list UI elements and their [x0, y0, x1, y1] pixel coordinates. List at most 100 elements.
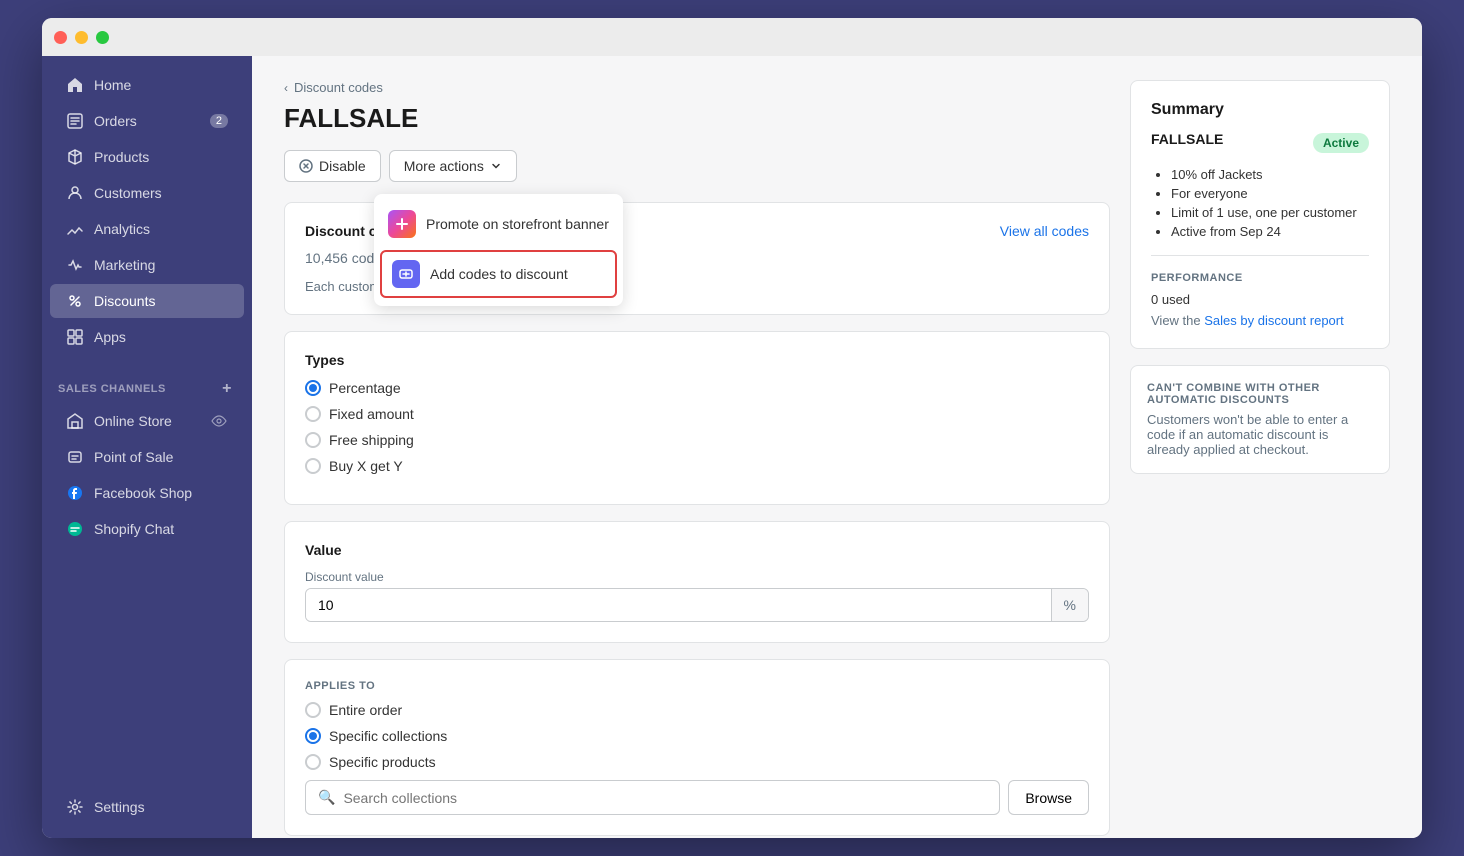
search-row: 🔍 Browse [305, 780, 1089, 815]
search-collections-input[interactable] [343, 790, 987, 806]
add-sales-channel-button[interactable]: + [218, 380, 236, 398]
breadcrumb[interactable]: ‹ Discount codes [284, 80, 1110, 95]
disable-button[interactable]: Disable [284, 150, 381, 182]
dropdown-item-add-codes[interactable]: Add codes to discount [380, 250, 617, 298]
breadcrumb-label: Discount codes [294, 80, 383, 95]
applies-specific-collections[interactable]: Specific collections [305, 728, 1089, 744]
content-right: Summary FALLSALE Active 10% off Jackets … [1130, 80, 1390, 814]
performance-title: PERFORMANCE [1151, 272, 1369, 284]
types-card: Types Percentage Fixed amount Free shipp… [284, 331, 1110, 505]
main-content: ‹ Discount codes FALLSALE Disable [252, 56, 1422, 838]
type-free-shipping-label: Free shipping [329, 432, 414, 448]
sidebar-item-products[interactable]: Products [50, 140, 244, 174]
status-badge: Active [1313, 133, 1369, 153]
applies-specific-products[interactable]: Specific products [305, 754, 1089, 770]
type-fixed-label: Fixed amount [329, 406, 414, 422]
sidebar-item-settings[interactable]: Settings [50, 790, 244, 824]
disable-label: Disable [319, 158, 366, 174]
radio-buy-x-get-y[interactable] [305, 458, 321, 474]
view-all-codes-link[interactable]: View all codes [1000, 223, 1089, 239]
close-button[interactable] [54, 31, 67, 44]
maximize-button[interactable] [96, 31, 109, 44]
disable-icon [299, 159, 313, 173]
discount-value-input-group: % [305, 588, 1089, 622]
summary-bullet-2: For everyone [1171, 186, 1369, 201]
sidebar-item-orders[interactable]: Orders 2 [50, 104, 244, 138]
sales-channels-header: SALES CHANNELS + [42, 364, 252, 404]
radio-fixed[interactable] [305, 406, 321, 422]
discount-value-input[interactable] [306, 589, 1051, 621]
back-chevron-icon: ‹ [284, 81, 288, 95]
app-body: Home Orders 2 [42, 56, 1422, 838]
applies-entire-order[interactable]: Entire order [305, 702, 1089, 718]
summary-title: Summary [1151, 101, 1369, 119]
sidebar-item-orders-label: Orders [94, 113, 200, 129]
orders-badge: 2 [210, 114, 228, 128]
value-card: Value Discount value % [284, 521, 1110, 643]
type-fixed[interactable]: Fixed amount [305, 406, 1089, 422]
radio-specific-products[interactable] [305, 754, 321, 770]
summary-card: Summary FALLSALE Active 10% off Jackets … [1130, 80, 1390, 349]
chevron-down-icon [490, 160, 502, 172]
pos-icon [66, 448, 84, 466]
sidebar-item-settings-label: Settings [94, 799, 228, 815]
sidebar-item-analytics[interactable]: Analytics [50, 212, 244, 246]
sidebar: Home Orders 2 [42, 56, 252, 838]
applies-specific-collections-label: Specific collections [329, 728, 447, 744]
type-free-shipping[interactable]: Free shipping [305, 432, 1089, 448]
minimize-button[interactable] [75, 31, 88, 44]
radio-percentage[interactable] [305, 380, 321, 396]
settings-icon [66, 798, 84, 816]
more-actions-label: More actions [404, 158, 484, 174]
sidebar-item-discounts-label: Discounts [94, 293, 228, 309]
report-link[interactable]: Sales by discount report [1204, 313, 1343, 328]
summary-bullet-1: 10% off Jackets [1171, 167, 1369, 182]
action-bar: Disable More actions [284, 150, 1110, 182]
combine-section: CAN'T COMBINE WITH OTHER AUTOMATIC DISCO… [1130, 365, 1390, 474]
sidebar-item-shopify-chat[interactable]: Shopify Chat [50, 512, 244, 546]
summary-bullet-4: Active from Sep 24 [1171, 224, 1369, 239]
content-area: ‹ Discount codes FALLSALE Disable [252, 56, 1422, 838]
type-percentage[interactable]: Percentage [305, 380, 1089, 396]
radio-entire-order[interactable] [305, 702, 321, 718]
value-title: Value [305, 542, 1089, 558]
performance-stat: 0 used [1151, 292, 1369, 307]
sidebar-item-apps[interactable]: Apps [50, 320, 244, 354]
radio-specific-collections[interactable] [305, 728, 321, 744]
summary-list: 10% off Jackets For everyone Limit of 1 … [1151, 167, 1369, 239]
summary-bullet-3: Limit of 1 use, one per customer [1171, 205, 1369, 220]
type-percentage-label: Percentage [329, 380, 401, 396]
dropdown-promote-label: Promote on storefront banner [426, 216, 609, 232]
dropdown-item-promote[interactable]: Promote on storefront banner [374, 200, 623, 248]
eye-icon [210, 412, 228, 430]
sidebar-item-online-store-label: Online Store [94, 413, 200, 429]
report-prefix: View the [1151, 313, 1204, 328]
home-icon [66, 76, 84, 94]
sidebar-item-pos[interactable]: Point of Sale [50, 440, 244, 474]
sidebar-item-facebook-shop[interactable]: Facebook Shop [50, 476, 244, 510]
combine-title: CAN'T COMBINE WITH OTHER AUTOMATIC DISCO… [1147, 382, 1373, 406]
sidebar-item-analytics-label: Analytics [94, 221, 228, 237]
sidebar-item-pos-label: Point of Sale [94, 449, 228, 465]
sidebar-item-apps-label: Apps [94, 329, 228, 345]
sidebar-item-discounts[interactable]: Discounts [50, 284, 244, 318]
browse-button[interactable]: Browse [1008, 780, 1089, 815]
discount-suffix: % [1051, 589, 1088, 621]
dropdown-menu: Promote on storefront banner Add codes t [374, 194, 623, 306]
chat-icon [66, 520, 84, 538]
add-codes-icon [392, 260, 420, 288]
type-buy-x-get-y[interactable]: Buy X get Y [305, 458, 1089, 474]
applies-entire-order-label: Entire order [329, 702, 402, 718]
performance-section: PERFORMANCE 0 used View the Sales by dis… [1151, 255, 1369, 328]
more-actions-button[interactable]: More actions [389, 150, 517, 182]
sidebar-item-customers[interactable]: Customers [50, 176, 244, 210]
radio-free-shipping[interactable] [305, 432, 321, 448]
app-window: Home Orders 2 [42, 18, 1422, 838]
sidebar-item-marketing[interactable]: Marketing [50, 248, 244, 282]
sidebar-item-shopify-chat-label: Shopify Chat [94, 521, 228, 537]
search-icon: 🔍 [318, 789, 335, 806]
sidebar-item-online-store[interactable]: Online Store [50, 404, 244, 438]
sidebar-item-home[interactable]: Home [50, 68, 244, 102]
summary-code: FALLSALE [1151, 131, 1223, 147]
dropdown-add-codes-label: Add codes to discount [430, 266, 568, 282]
